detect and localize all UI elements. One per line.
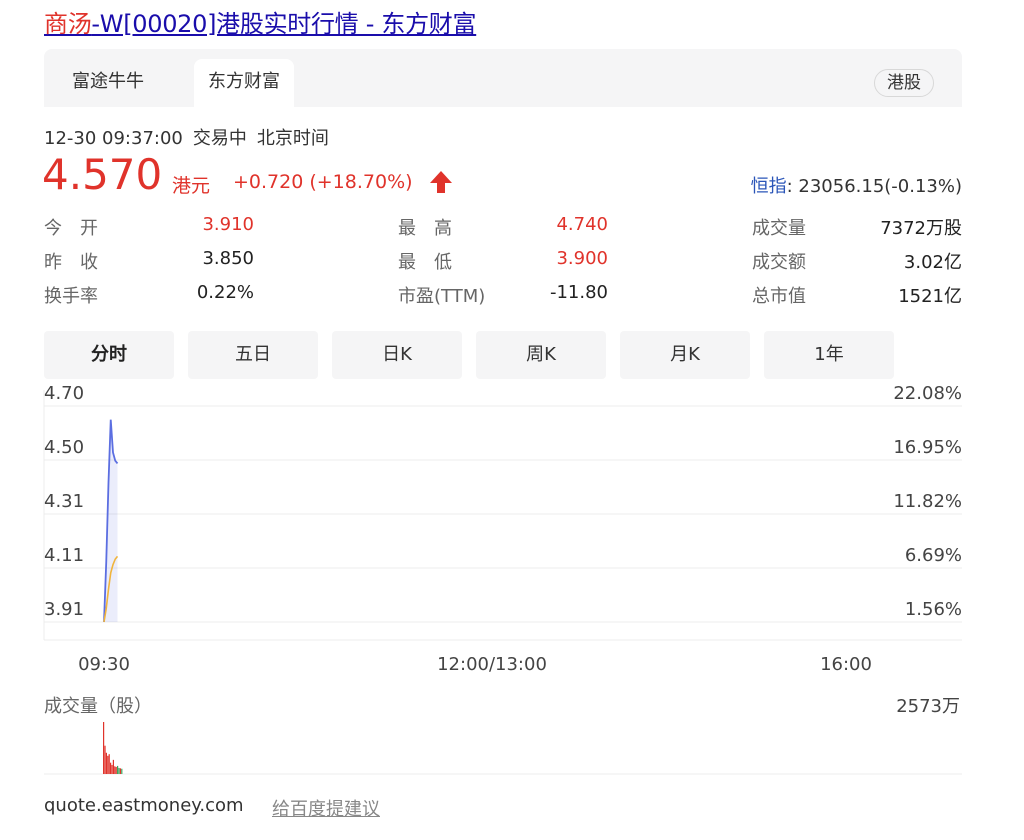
volume-max-label: 2573万: [896, 696, 960, 717]
percent-tick-label: 1.56%: [905, 599, 962, 620]
stat-volume-label: 成交量: [752, 218, 806, 239]
stat-turnover-amount-label: 成交额: [752, 252, 806, 273]
price-tick-label: 3.91: [44, 599, 84, 620]
volume-bar: [104, 745, 106, 774]
volume-bar: [119, 768, 121, 774]
volume-bar: [108, 754, 110, 774]
time-axis: 09:30 12:00/13:00 16:00: [78, 654, 872, 675]
current-price: 4.570: [42, 150, 163, 199]
stat-turnover-amount-value: 3.02亿: [903, 252, 962, 273]
arrow-up-icon: [430, 171, 452, 193]
source-tabbar: 富途牛牛 东方财富 港股: [44, 49, 962, 107]
hang-seng-index[interactable]: 恒指: 23056.15(-0.13%): [751, 172, 962, 198]
price-tick-label: 4.50: [44, 437, 84, 458]
stat-volume-value: 7372万股: [880, 218, 962, 239]
volume-bars: [44, 722, 962, 775]
tab-one-year[interactable]: 1年: [764, 331, 894, 379]
stat-open-label: 今 开: [44, 218, 98, 239]
stat-pe-label: 市盈(TTM): [398, 286, 486, 307]
tab-weekly-k[interactable]: 周K: [476, 331, 606, 379]
market-badge[interactable]: 港股: [874, 69, 934, 97]
tab-intraday[interactable]: 分时: [44, 331, 174, 379]
volume-bar: [118, 767, 120, 774]
price-change: +0.720 (+18.70%): [233, 171, 413, 193]
percent-axis: 22.08% 16.95% 11.82% 6.69% 1.56%: [893, 383, 962, 620]
volume-bar: [112, 759, 114, 774]
price-tick-label: 4.11: [44, 545, 84, 566]
feedback-link[interactable]: 给百度提建议: [272, 795, 380, 821]
stat-turnover-rate-value: 0.22%: [196, 282, 254, 303]
price-tick-label: 4.70: [44, 383, 84, 404]
stat-high-label: 最 高: [398, 218, 452, 239]
status-state: 交易中: [192, 128, 247, 149]
percent-tick-label: 11.82%: [893, 491, 962, 512]
volume-bar: [117, 765, 119, 774]
stat-open-value: 3.910: [202, 214, 254, 235]
stat-low-label: 最 低: [398, 252, 452, 273]
stat-marketcap-value: 1521亿: [898, 286, 962, 307]
status-timezone: 北京时间: [256, 128, 329, 149]
status-row: 12-30 09:37:00 交易中 北京时间: [44, 124, 339, 150]
stat-prevclose-label: 昨 收: [44, 252, 98, 273]
intraday-chart[interactable]: 4.70 4.50 4.31 4.11 3.91 22.08% 16.95% 11.82% 6…: [0, 380, 1024, 780]
title-highlight: 商汤: [44, 10, 92, 38]
price-tick-label: 4.31: [44, 491, 84, 512]
price-axis: 4.70 4.50 4.31 4.11 3.91: [44, 383, 84, 620]
index-value: : 23056.15(-0.13%): [786, 176, 962, 197]
volume-bar: [114, 766, 116, 774]
volume-bar: [121, 768, 123, 774]
tab-eastmoney[interactable]: 东方财富: [194, 59, 294, 107]
volume-label: 成交量（股）: [44, 696, 152, 717]
volume-bar: [103, 722, 105, 774]
volume-bar: [105, 752, 107, 774]
status-datetime: 12-30 09:37:00: [44, 128, 183, 149]
percent-tick-label: 22.08%: [893, 383, 962, 404]
stat-prevclose-value: 3.850: [202, 248, 254, 269]
tab-monthly-k[interactable]: 月K: [620, 331, 750, 379]
chart-series: [103, 419, 119, 623]
time-tick-label: 12:00/13:00: [437, 654, 547, 675]
chart-grid: [43, 390, 962, 641]
percent-tick-label: 16.95%: [893, 437, 962, 458]
volume-bar: [115, 766, 117, 774]
time-tick-label: 16:00: [820, 654, 872, 675]
footer-source[interactable]: quote.eastmoney.com: [44, 795, 244, 816]
stat-marketcap-label: 总市值: [752, 286, 806, 307]
stat-low-value: 3.900: [556, 248, 608, 269]
price-unit: 港元: [172, 175, 211, 197]
tab-futu[interactable]: 富途牛牛: [58, 59, 158, 107]
volume-bar: [110, 762, 112, 774]
tab-five-day[interactable]: 五日: [188, 331, 318, 379]
stat-pe-value: -11.80: [549, 282, 608, 303]
volume-bar: [111, 764, 113, 774]
time-tick-label: 09:30: [78, 654, 130, 675]
tab-daily-k[interactable]: 日K: [332, 331, 462, 379]
percent-tick-label: 6.69%: [905, 545, 962, 566]
volume-bar: [107, 755, 109, 774]
page-title[interactable]: 商汤-W[00020]港股实时行情 - 东方财富: [44, 4, 477, 39]
index-label: 恒指: [750, 176, 787, 197]
stat-high-value: 4.740: [556, 214, 608, 235]
title-rest: -W[00020]港股实时行情 - 东方财富: [91, 10, 477, 38]
stat-turnover-rate-label: 换手率: [44, 286, 98, 307]
